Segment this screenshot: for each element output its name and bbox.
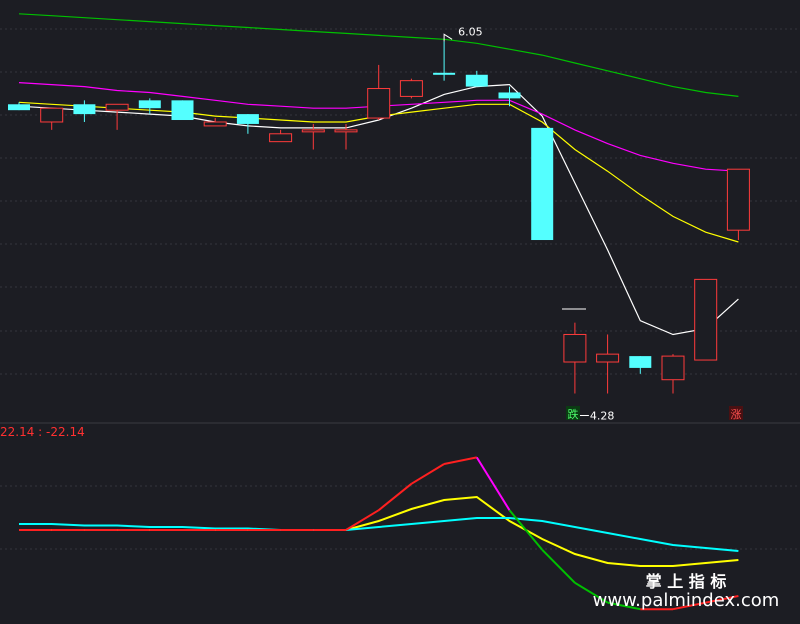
oscillator-segment [541, 549, 576, 584]
moving-average-line [18, 83, 739, 336]
indicator-line [19, 495, 739, 567]
candle-body-up [203, 121, 227, 127]
candle-body-up [661, 355, 685, 381]
candle-body-up [269, 133, 293, 143]
oscillator-segment [410, 463, 445, 485]
indicator-title: 22.14 : -22.14 [0, 425, 85, 439]
indicator-line [19, 517, 739, 552]
candle-body-down [498, 92, 521, 99]
candle-body-down [433, 72, 456, 75]
stock-chart: 6.05 4.28 跌 涨 22.14 : -22.14 掌 上 指 标 www.pa… [0, 13, 800, 611]
candle-body-down [236, 114, 259, 124]
moving-average-line [18, 101, 739, 243]
watermark-cn: 掌 上 指 标 [646, 572, 727, 591]
low-price-label: 4.28 [590, 409, 615, 422]
candle-body-up [334, 129, 358, 133]
up-marker: 涨 [731, 408, 742, 421]
oscillator-segment [378, 483, 413, 511]
candle-body-down [171, 100, 194, 121]
candle-body-down [629, 356, 652, 368]
candle-body-down [73, 104, 96, 115]
candle-body-up [301, 129, 325, 133]
candle-body-up [367, 88, 391, 119]
candle-body-up [726, 168, 750, 231]
candle-body-down [531, 127, 554, 241]
candle-body-up [596, 353, 620, 363]
high-price-label: 6.05 [458, 25, 483, 38]
candle-body-down [465, 74, 488, 87]
candle-body-up [40, 107, 64, 123]
price-panel: 6.05 4.28 跌 涨 [8, 13, 750, 422]
candle-body-down [138, 100, 161, 109]
watermark-url: www.palmindex.com [593, 590, 780, 611]
oscillator-segment [475, 456, 511, 511]
candle-body-up [399, 80, 423, 97]
down-marker: 跌 [568, 407, 579, 421]
oscillator-segment [443, 456, 477, 465]
candle-body-down [8, 104, 30, 111]
candle-body-up [694, 278, 718, 361]
oscillator-segment [508, 509, 543, 551]
indicator-panel [19, 456, 739, 611]
candle-body-up [563, 333, 587, 363]
candle-body-up [105, 103, 129, 111]
